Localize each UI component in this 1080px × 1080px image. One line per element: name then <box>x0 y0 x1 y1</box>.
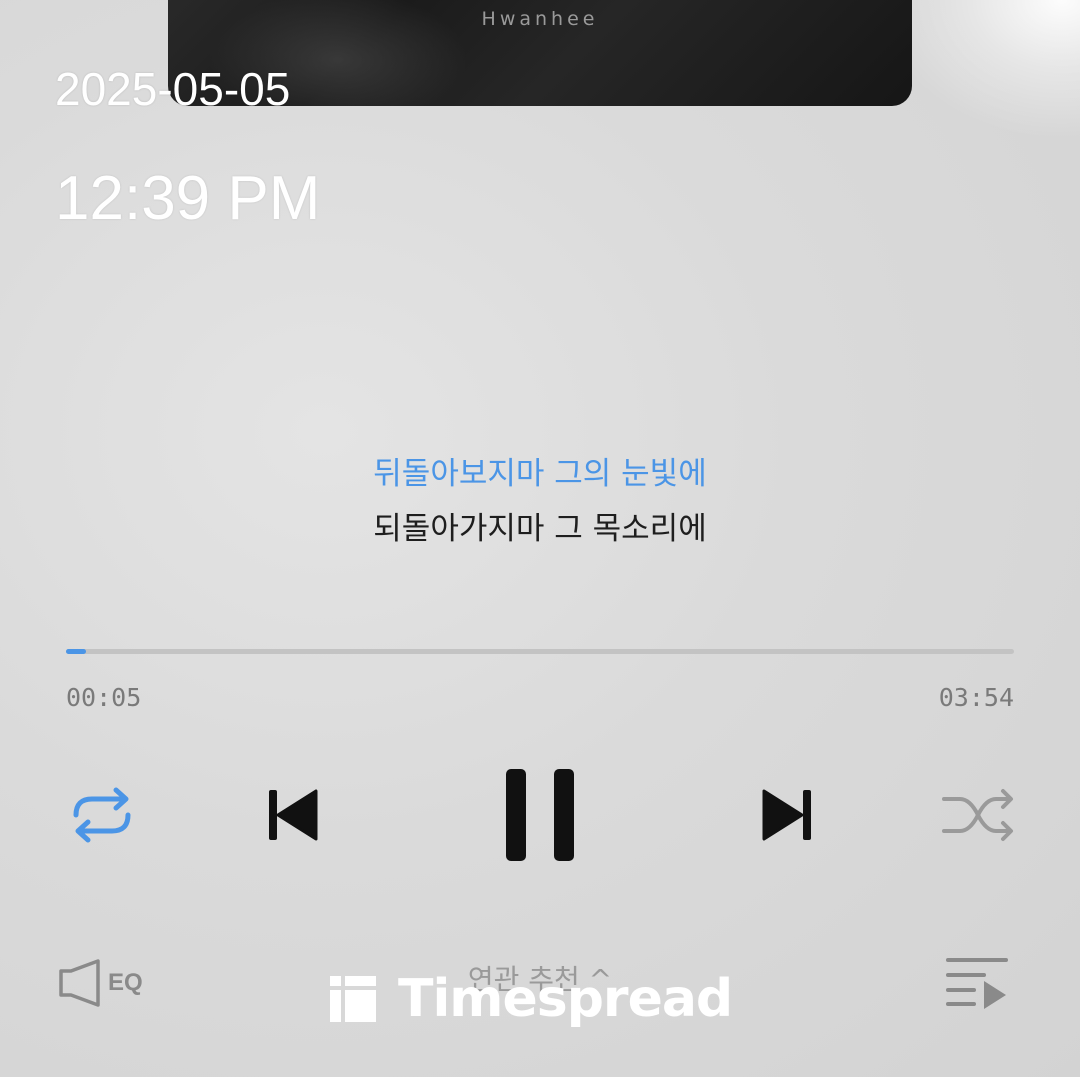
shuffle-icon <box>942 789 1013 841</box>
progress-fill <box>66 649 86 654</box>
total-duration: 03:54 <box>938 683 1014 712</box>
pause-button[interactable] <box>500 765 580 865</box>
lyric-next-line[interactable]: 되돌아가지마 그 목소리에 <box>0 503 1080 548</box>
playlist-icon <box>946 958 1008 1009</box>
status-time: 12:39 PM <box>55 164 321 233</box>
watermark-logo-icon <box>330 976 376 1022</box>
album-artist-text: Hwanhee <box>481 8 599 30</box>
skip-next-icon <box>762 789 811 841</box>
repeat-icon <box>73 787 131 843</box>
skip-previous-icon <box>269 789 318 841</box>
eq-button[interactable]: EQ <box>58 955 158 1011</box>
progress-bar[interactable] <box>66 649 1014 654</box>
status-date: 2025-05-05 <box>55 63 291 115</box>
next-button[interactable] <box>758 783 818 847</box>
music-player-screen: Hwanhee 2025-05-05 12:39 PM 뒤돌아보지마 그의 눈빛… <box>0 0 1080 1080</box>
lyric-current-line[interactable]: 뒤돌아보지마 그의 눈빛에 <box>0 448 1080 493</box>
watermark: Timespread <box>328 968 733 1030</box>
playlist-button[interactable] <box>944 952 1012 1012</box>
pause-icon <box>506 769 574 861</box>
speaker-icon <box>59 959 100 1007</box>
watermark-text: Timespread <box>398 969 733 1029</box>
repeat-button[interactable] <box>60 783 144 847</box>
previous-button[interactable] <box>262 783 322 847</box>
eq-label: EQ <box>108 969 143 996</box>
elapsed-time: 00:05 <box>66 683 142 712</box>
shuffle-button[interactable] <box>938 783 1018 847</box>
